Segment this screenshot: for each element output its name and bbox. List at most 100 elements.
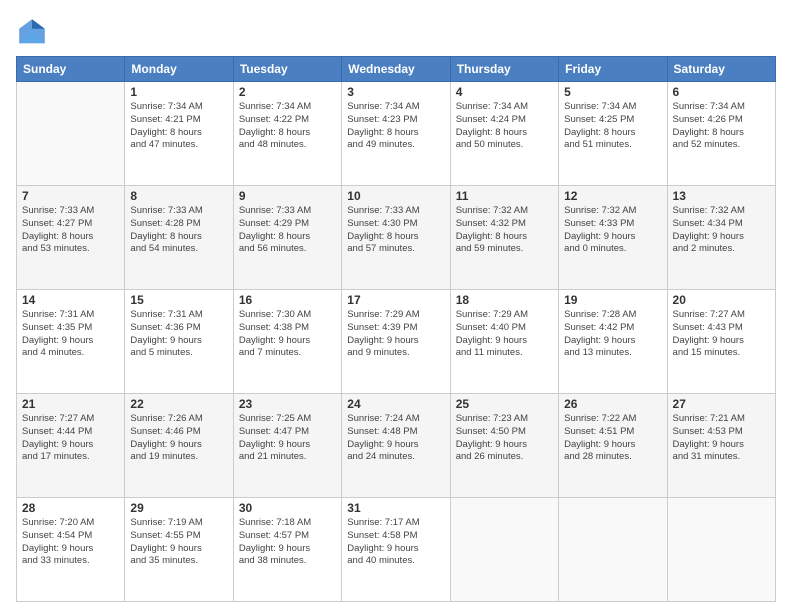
- day-info: Sunrise: 7:32 AM Sunset: 4:34 PM Dayligh…: [673, 205, 770, 256]
- day-info: Sunrise: 7:19 AM Sunset: 4:55 PM Dayligh…: [130, 517, 227, 568]
- calendar-cell: 13 Sunrise: 7:32 AM Sunset: 4:34 PM Dayli…: [667, 186, 775, 290]
- calendar-cell: 21 Sunrise: 7:27 AM Sunset: 4:44 PM Dayli…: [17, 394, 125, 498]
- calendar-cell: 1Sunrise: 7:34 AM Sunset: 4:21 PM Daylig…: [125, 82, 233, 186]
- day-info: Sunrise: 7:20 AM Sunset: 4:54 PM Dayligh…: [22, 517, 119, 568]
- calendar-day-header: Saturday: [667, 57, 775, 82]
- day-info: Sunrise: 7:34 AM Sunset: 4:26 PM Dayligh…: [673, 101, 770, 152]
- day-info: Sunrise: 7:18 AM Sunset: 4:57 PM Dayligh…: [239, 517, 336, 568]
- calendar-day-header: Tuesday: [233, 57, 341, 82]
- day-number: 5: [564, 85, 661, 99]
- day-number: 7: [22, 189, 119, 203]
- calendar-day-header: Wednesday: [342, 57, 450, 82]
- day-number: 27: [673, 397, 770, 411]
- day-info: Sunrise: 7:32 AM Sunset: 4:32 PM Dayligh…: [456, 205, 553, 256]
- calendar-week-row: 7 Sunrise: 7:33 AM Sunset: 4:27 PM Daylig…: [17, 186, 776, 290]
- calendar-cell: 5 Sunrise: 7:34 AM Sunset: 4:25 PM Daylig…: [559, 82, 667, 186]
- calendar-cell: 25 Sunrise: 7:23 AM Sunset: 4:50 PM Dayli…: [450, 394, 558, 498]
- calendar-day-header: Thursday: [450, 57, 558, 82]
- logo: [16, 16, 54, 48]
- day-number: 6: [673, 85, 770, 99]
- day-info: Sunrise: 7:33 AM Sunset: 4:29 PM Dayligh…: [239, 205, 336, 256]
- day-info: Sunrise: 7:29 AM Sunset: 4:40 PM Dayligh…: [456, 309, 553, 360]
- calendar-cell: [667, 498, 775, 602]
- day-number: 31: [347, 501, 444, 515]
- day-info: Sunrise: 7:31 AM Sunset: 4:36 PM Dayligh…: [130, 309, 227, 360]
- calendar-cell: 26Sunrise: 7:22 AM Sunset: 4:51 PM Dayli…: [559, 394, 667, 498]
- calendar-cell: 28Sunrise: 7:20 AM Sunset: 4:54 PM Dayli…: [17, 498, 125, 602]
- calendar-cell: [450, 498, 558, 602]
- day-number: 21: [22, 397, 119, 411]
- day-number: 16: [239, 293, 336, 307]
- calendar-cell: 10 Sunrise: 7:33 AM Sunset: 4:30 PM Dayli…: [342, 186, 450, 290]
- day-info: Sunrise: 7:23 AM Sunset: 4:50 PM Dayligh…: [456, 413, 553, 464]
- calendar-cell: 19Sunrise: 7:28 AM Sunset: 4:42 PM Dayli…: [559, 290, 667, 394]
- calendar-cell: 9 Sunrise: 7:33 AM Sunset: 4:29 PM Daylig…: [233, 186, 341, 290]
- calendar-cell: 23Sunrise: 7:25 AM Sunset: 4:47 PM Dayli…: [233, 394, 341, 498]
- day-number: 17: [347, 293, 444, 307]
- calendar-day-header: Monday: [125, 57, 233, 82]
- day-info: Sunrise: 7:32 AM Sunset: 4:33 PM Dayligh…: [564, 205, 661, 256]
- calendar-cell: 7 Sunrise: 7:33 AM Sunset: 4:27 PM Daylig…: [17, 186, 125, 290]
- calendar-week-row: 1Sunrise: 7:34 AM Sunset: 4:21 PM Daylig…: [17, 82, 776, 186]
- day-number: 13: [673, 189, 770, 203]
- day-info: Sunrise: 7:17 AM Sunset: 4:58 PM Dayligh…: [347, 517, 444, 568]
- day-number: 10: [347, 189, 444, 203]
- calendar-cell: 27Sunrise: 7:21 AM Sunset: 4:53 PM Dayli…: [667, 394, 775, 498]
- calendar-day-header: Friday: [559, 57, 667, 82]
- calendar-cell: 30 Sunrise: 7:18 AM Sunset: 4:57 PM Dayli…: [233, 498, 341, 602]
- day-number: 19: [564, 293, 661, 307]
- calendar-cell: 8 Sunrise: 7:33 AM Sunset: 4:28 PM Daylig…: [125, 186, 233, 290]
- day-number: 23: [239, 397, 336, 411]
- day-info: Sunrise: 7:26 AM Sunset: 4:46 PM Dayligh…: [130, 413, 227, 464]
- day-number: 25: [456, 397, 553, 411]
- day-number: 15: [130, 293, 227, 307]
- calendar-day-header: Sunday: [17, 57, 125, 82]
- calendar-cell: 11 Sunrise: 7:32 AM Sunset: 4:32 PM Dayli…: [450, 186, 558, 290]
- day-number: 9: [239, 189, 336, 203]
- calendar-cell: 3 Sunrise: 7:34 AM Sunset: 4:23 PM Daylig…: [342, 82, 450, 186]
- calendar-header-row: SundayMondayTuesdayWednesdayThursdayFrid…: [17, 57, 776, 82]
- calendar-cell: 22 Sunrise: 7:26 AM Sunset: 4:46 PM Dayli…: [125, 394, 233, 498]
- day-number: 24: [347, 397, 444, 411]
- day-number: 29: [130, 501, 227, 515]
- day-info: Sunrise: 7:27 AM Sunset: 4:44 PM Dayligh…: [22, 413, 119, 464]
- day-info: Sunrise: 7:33 AM Sunset: 4:30 PM Dayligh…: [347, 205, 444, 256]
- day-number: 14: [22, 293, 119, 307]
- day-number: 20: [673, 293, 770, 307]
- day-number: 12: [564, 189, 661, 203]
- calendar-cell: 4Sunrise: 7:34 AM Sunset: 4:24 PM Daylig…: [450, 82, 558, 186]
- day-info: Sunrise: 7:34 AM Sunset: 4:21 PM Dayligh…: [130, 101, 227, 152]
- calendar-week-row: 21 Sunrise: 7:27 AM Sunset: 4:44 PM Dayli…: [17, 394, 776, 498]
- calendar-cell: 16Sunrise: 7:30 AM Sunset: 4:38 PM Dayli…: [233, 290, 341, 394]
- day-info: Sunrise: 7:34 AM Sunset: 4:22 PM Dayligh…: [239, 101, 336, 152]
- calendar-cell: [17, 82, 125, 186]
- calendar-cell: 6 Sunrise: 7:34 AM Sunset: 4:26 PM Daylig…: [667, 82, 775, 186]
- day-number: 30: [239, 501, 336, 515]
- calendar-week-row: 14 Sunrise: 7:31 AM Sunset: 4:35 PM Dayli…: [17, 290, 776, 394]
- calendar-cell: 31 Sunrise: 7:17 AM Sunset: 4:58 PM Dayli…: [342, 498, 450, 602]
- day-info: Sunrise: 7:31 AM Sunset: 4:35 PM Dayligh…: [22, 309, 119, 360]
- day-info: Sunrise: 7:33 AM Sunset: 4:28 PM Dayligh…: [130, 205, 227, 256]
- day-number: 3: [347, 85, 444, 99]
- day-info: Sunrise: 7:27 AM Sunset: 4:43 PM Dayligh…: [673, 309, 770, 360]
- calendar-cell: 20 Sunrise: 7:27 AM Sunset: 4:43 PM Dayli…: [667, 290, 775, 394]
- calendar-table: SundayMondayTuesdayWednesdayThursdayFrid…: [16, 56, 776, 602]
- page: SundayMondayTuesdayWednesdayThursdayFrid…: [0, 0, 792, 612]
- calendar-cell: 18 Sunrise: 7:29 AM Sunset: 4:40 PM Dayli…: [450, 290, 558, 394]
- logo-icon: [16, 16, 48, 48]
- day-number: 8: [130, 189, 227, 203]
- calendar-cell: 15 Sunrise: 7:31 AM Sunset: 4:36 PM Dayli…: [125, 290, 233, 394]
- day-info: Sunrise: 7:33 AM Sunset: 4:27 PM Dayligh…: [22, 205, 119, 256]
- day-number: 18: [456, 293, 553, 307]
- calendar-cell: 14 Sunrise: 7:31 AM Sunset: 4:35 PM Dayli…: [17, 290, 125, 394]
- day-number: 26: [564, 397, 661, 411]
- day-number: 22: [130, 397, 227, 411]
- day-info: Sunrise: 7:34 AM Sunset: 4:25 PM Dayligh…: [564, 101, 661, 152]
- day-info: Sunrise: 7:34 AM Sunset: 4:23 PM Dayligh…: [347, 101, 444, 152]
- day-info: Sunrise: 7:24 AM Sunset: 4:48 PM Dayligh…: [347, 413, 444, 464]
- calendar-cell: 12 Sunrise: 7:32 AM Sunset: 4:33 PM Dayli…: [559, 186, 667, 290]
- day-number: 4: [456, 85, 553, 99]
- calendar-cell: 24 Sunrise: 7:24 AM Sunset: 4:48 PM Dayli…: [342, 394, 450, 498]
- day-number: 11: [456, 189, 553, 203]
- calendar-cell: 2Sunrise: 7:34 AM Sunset: 4:22 PM Daylig…: [233, 82, 341, 186]
